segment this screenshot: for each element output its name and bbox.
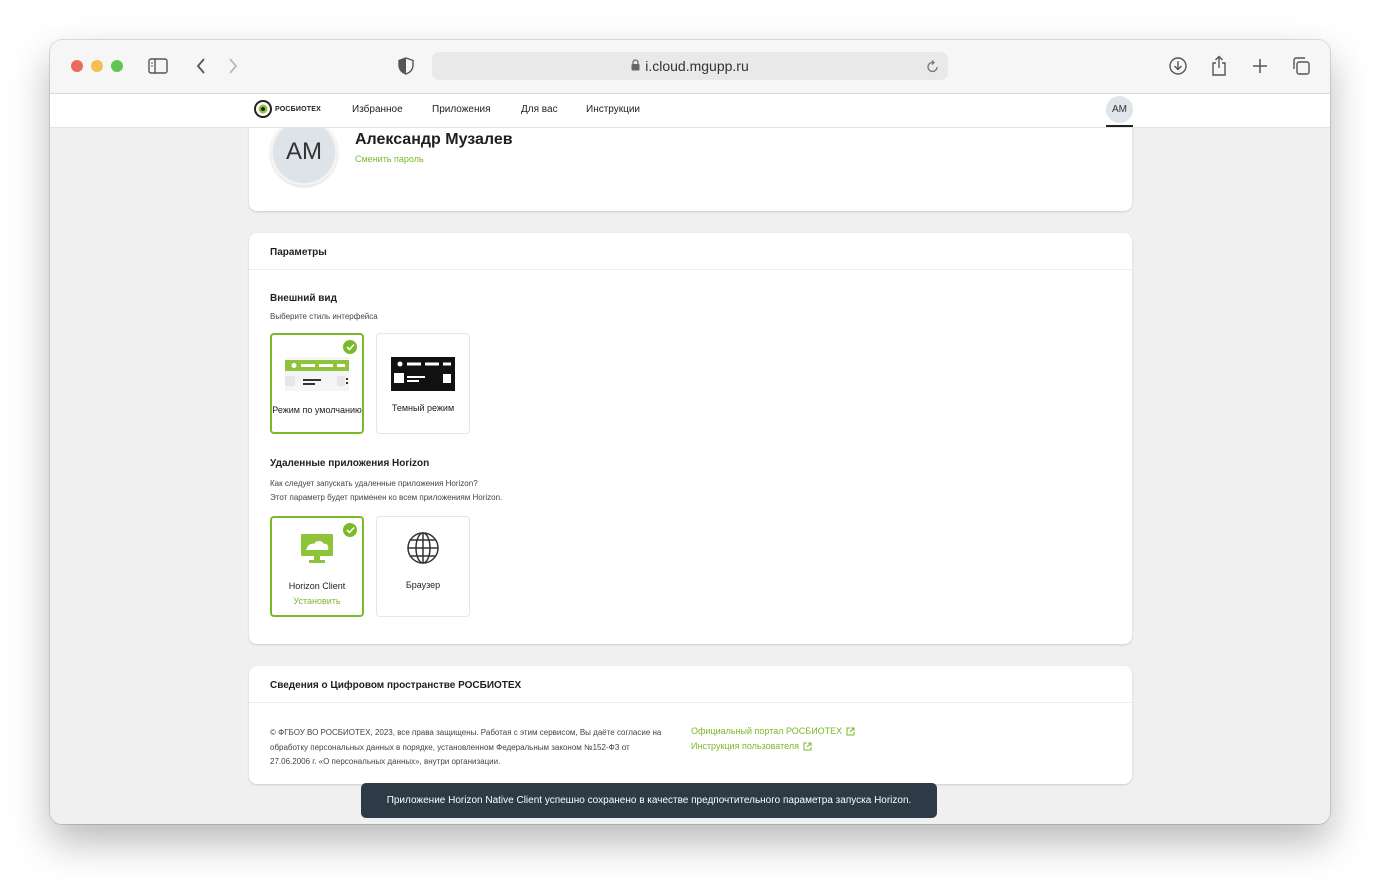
- horizon-client-option[interactable]: Horizon Client Установить: [270, 516, 364, 617]
- browser-toolbar: i.cloud.mgupp.ru: [50, 40, 1330, 94]
- logo-text: РОСБИОТЕХ: [275, 105, 321, 113]
- sidebar-icon[interactable]: [146, 54, 170, 78]
- profile-card: АМ Александр Музалев Сменить пароль: [249, 128, 1132, 211]
- globe-icon: [377, 531, 469, 565]
- close-window-button[interactable]: [71, 60, 83, 72]
- share-icon[interactable]: [1207, 54, 1231, 78]
- url-text: i.cloud.mgupp.ru: [645, 58, 749, 74]
- logo[interactable]: РОСБИОТЕХ: [254, 100, 321, 118]
- back-icon[interactable]: [189, 54, 213, 78]
- browser-option[interactable]: Браузер: [376, 516, 470, 617]
- official-portal-link[interactable]: Официальный портал РОСБИОТЕХ: [691, 726, 855, 736]
- toast-notification: Приложение Horizon Native Client успешно…: [361, 783, 937, 818]
- horizon-question: Как следует запускать удаленные приложен…: [270, 479, 478, 488]
- lock-icon: [631, 58, 640, 74]
- forward-icon[interactable]: [221, 54, 245, 78]
- maximize-window-button[interactable]: [111, 60, 123, 72]
- default-mode-option[interactable]: Режим по умолчанию: [270, 333, 364, 434]
- info-title: Сведения о Цифровом пространстве РОСБИОТ…: [270, 680, 522, 691]
- site-header: РОСБИОТЕХ Избранное Приложения Для вас И…: [50, 94, 1330, 128]
- horizon-client-label: Horizon Client: [288, 581, 346, 591]
- appearance-title: Внешний вид: [270, 293, 337, 304]
- page-content: АМ Александр Музалев Сменить пароль Пара…: [50, 128, 1330, 824]
- default-mode-label: Режим по умолчанию: [272, 405, 362, 415]
- shield-icon[interactable]: [394, 54, 418, 78]
- tab-overview-icon[interactable]: [1289, 54, 1313, 78]
- check-icon: [343, 340, 357, 354]
- browser-label: Браузер: [405, 580, 441, 590]
- appearance-subtitle: Выберите стиль интерфейса: [270, 312, 378, 321]
- light-theme-icon: [272, 357, 362, 391]
- browser-window: i.cloud.mgupp.ru РОСБИОТЕХ Избранное При…: [50, 40, 1330, 824]
- dark-mode-option[interactable]: Темный режим: [376, 333, 470, 434]
- logo-icon: [254, 100, 272, 118]
- dark-mode-label: Темный режим: [391, 403, 455, 413]
- monitor-icon: [272, 533, 362, 565]
- toast-message: Приложение Horizon Native Client успешно…: [386, 795, 912, 806]
- external-link-icon: [803, 742, 812, 750]
- copyright-text: © ФГБОУ ВО РОСБИОТЕХ, 2023, все права за…: [270, 728, 662, 766]
- reload-icon[interactable]: [926, 58, 940, 77]
- settings-card: Параметры Внешний вид Выберите стиль инт…: [249, 233, 1132, 644]
- info-card: Сведения о Цифровом пространстве РОСБИОТ…: [249, 666, 1132, 784]
- new-tab-icon[interactable]: [1248, 54, 1272, 78]
- user-guide-link[interactable]: Инструкция пользователя: [691, 741, 812, 751]
- nav-applications[interactable]: Приложения: [432, 104, 491, 115]
- nav-instructions[interactable]: Инструкции: [586, 104, 640, 115]
- install-link[interactable]: Установить: [272, 596, 362, 606]
- nav-favorites[interactable]: Избранное: [352, 104, 403, 115]
- dark-theme-icon: [377, 357, 469, 391]
- horizon-title: Удаленные приложения Horizon: [270, 458, 430, 469]
- settings-title: Параметры: [270, 247, 327, 258]
- horizon-note: Этот параметр будет применен ко всем при…: [270, 493, 503, 502]
- profile-avatar: АМ: [270, 128, 338, 186]
- address-bar[interactable]: i.cloud.mgupp.ru: [432, 52, 948, 80]
- official-portal-label: Официальный портал РОСБИОТЕХ: [691, 726, 843, 736]
- external-link-icon: [846, 727, 855, 735]
- active-indicator: [1106, 125, 1133, 127]
- nav-for-you[interactable]: Для вас: [521, 104, 558, 115]
- downloads-icon[interactable]: [1166, 54, 1190, 78]
- user-name: Александр Музалев: [355, 131, 513, 148]
- user-guide-label: Инструкция пользователя: [691, 741, 799, 751]
- change-password-link[interactable]: Сменить пароль: [355, 154, 424, 164]
- minimize-window-button[interactable]: [91, 60, 103, 72]
- settings-header: Параметры: [249, 233, 1132, 270]
- info-header: Сведения о Цифровом пространстве РОСБИОТ…: [249, 666, 1132, 703]
- user-avatar[interactable]: АМ: [1106, 96, 1133, 123]
